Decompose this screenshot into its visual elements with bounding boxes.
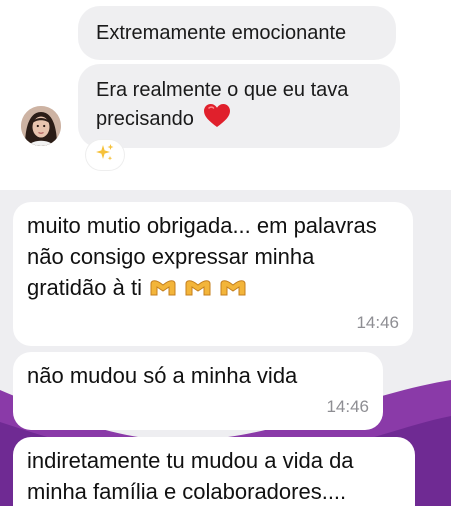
chat-message-3[interactable]: indiretamente tu mudou a vida da minha f…	[13, 437, 415, 506]
red-heart-icon	[203, 103, 231, 136]
message-text: não mudou só a minha vida	[27, 363, 298, 388]
message-text: indiretamente tu mudou a vida da minha f…	[27, 448, 354, 504]
message-text: Extremamente emocionante	[96, 22, 347, 44]
heart-hands-icon	[150, 280, 176, 296]
message-bubble-1[interactable]: Extremamente emocionante	[78, 6, 396, 60]
sparkles-icon	[94, 142, 116, 169]
instagram-thread: Extremamente emocionante Era realmente o…	[0, 0, 451, 190]
heart-hands-icon	[220, 280, 246, 296]
chat-message-1[interactable]: muito mutio obrigada... em palavras não …	[13, 202, 413, 346]
whatsapp-thread: muito mutio obrigada... em palavras não …	[0, 190, 451, 506]
message-timestamp: 14:46	[356, 313, 399, 332]
message-timestamp: 14:46	[326, 397, 369, 416]
message-bubble-2[interactable]: Era realmente o que eu tava precisando	[78, 64, 400, 148]
sender-avatar[interactable]	[21, 106, 61, 146]
chat-message-2[interactable]: não mudou só a minha vida 14:46	[13, 352, 383, 430]
heart-hands-emoji-group	[148, 275, 248, 306]
message-reaction[interactable]	[86, 140, 124, 170]
heart-hands-icon	[185, 280, 211, 296]
